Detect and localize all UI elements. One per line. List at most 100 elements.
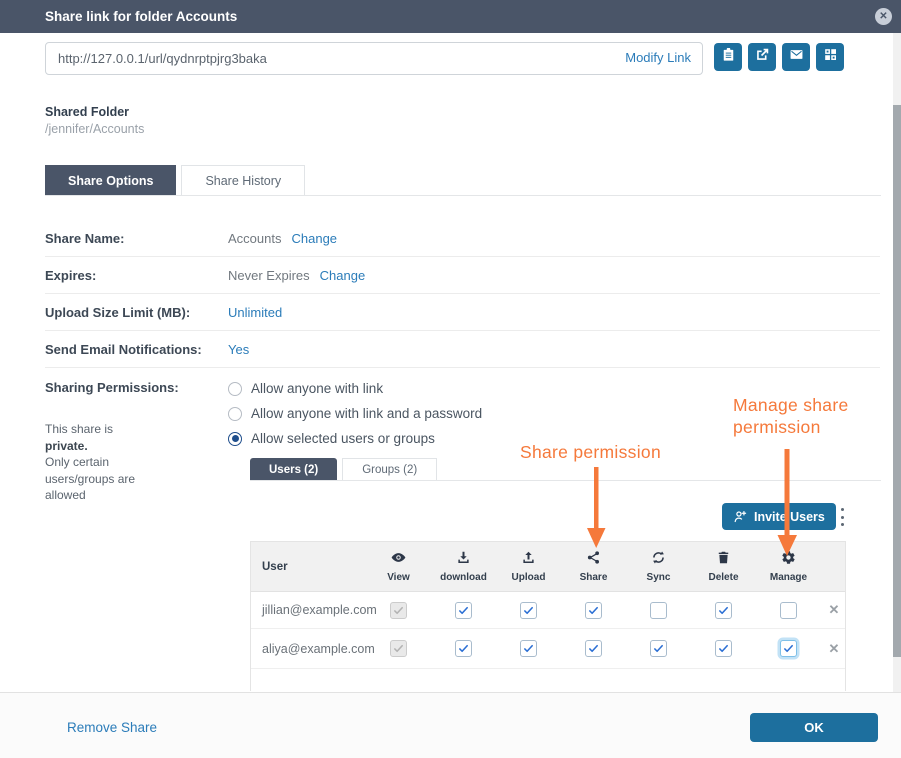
share-icon — [586, 550, 601, 570]
radio-allow-selected-users-or-groups[interactable]: Allow selected users or groups — [228, 426, 482, 451]
checkbox-manage[interactable] — [780, 602, 797, 619]
radio-button-icon[interactable] — [228, 432, 242, 446]
checkbox-share[interactable] — [585, 640, 602, 657]
remove-share-link[interactable]: Remove Share — [67, 720, 157, 735]
subtab-groups-2[interactable]: Groups (2) — [342, 458, 437, 481]
checkbox-upload[interactable] — [520, 602, 537, 619]
checkbox-sync[interactable] — [650, 602, 667, 619]
radio-allow-anyone-with-link-and-a-password[interactable]: Allow anyone with link and a password — [228, 401, 482, 426]
sharing-permissions-label: Sharing Permissions: — [45, 380, 179, 395]
note-line: private. — [45, 438, 205, 455]
option-row: Share Name:Accounts Change — [45, 220, 880, 257]
radio-button-icon[interactable] — [228, 382, 242, 396]
column-label: Manage — [770, 572, 807, 583]
option-row: Send Email Notifications:Yes — [45, 331, 880, 368]
grid-button[interactable] — [816, 43, 844, 71]
column-label: Upload — [512, 572, 546, 583]
invite-users-button[interactable]: Invite Users — [722, 503, 836, 530]
option-action-link[interactable]: Unlimited — [228, 305, 282, 320]
option-label: Upload Size Limit (MB): — [45, 305, 228, 320]
dialog-header: Share link for folder Accounts ✕ — [0, 0, 901, 33]
close-icon[interactable]: ✕ — [875, 8, 892, 25]
person-plus-icon — [733, 509, 748, 524]
shared-folder-path: /jennifer/Accounts — [45, 122, 144, 136]
envelope-button[interactable] — [782, 43, 810, 71]
option-action-link[interactable]: Change — [320, 268, 366, 283]
option-value: Never Expires — [228, 268, 310, 283]
checkbox-download[interactable] — [455, 640, 472, 657]
clipboard-button[interactable] — [714, 43, 742, 71]
shared-folder-label: Shared Folder — [45, 105, 129, 119]
external-link-button[interactable] — [748, 43, 776, 71]
sync-icon — [651, 550, 666, 570]
scrollbar-thumb[interactable] — [893, 105, 901, 657]
column-header-download: download — [431, 542, 496, 591]
modify-link[interactable]: Modify Link — [619, 50, 691, 65]
remove-user-icon[interactable]: ✕ — [821, 602, 847, 618]
tab-share-options[interactable]: Share Options — [45, 165, 176, 196]
option-action-link[interactable]: Yes — [228, 342, 249, 357]
remove-user-icon[interactable]: ✕ — [821, 641, 847, 657]
radio-label: Allow anyone with link and a password — [251, 406, 482, 421]
subtab-users-2[interactable]: Users (2) — [250, 458, 337, 481]
share-permission-annotation: Share permission — [520, 441, 661, 463]
checkbox-sync[interactable] — [650, 640, 667, 657]
invite-users-label: Invite Users — [754, 510, 825, 524]
checkbox-upload[interactable] — [520, 640, 537, 657]
upload-icon — [521, 550, 536, 570]
column-label: Share — [580, 572, 608, 583]
user-email: aliya@example.com — [251, 642, 366, 656]
checkbox-delete[interactable] — [715, 602, 732, 619]
trash-icon — [716, 550, 731, 570]
checkbox-delete[interactable] — [715, 640, 732, 657]
share-url-input[interactable] — [45, 42, 703, 75]
user-email: jillian@example.com — [251, 603, 366, 617]
share-privacy-note: This share isprivate.Only certainusers/g… — [45, 421, 205, 504]
external-link-icon — [755, 47, 770, 67]
download-icon — [456, 550, 471, 570]
manage-permission-annotation: Manage share permission — [733, 394, 848, 438]
share-url-wrap: Modify Link — [45, 42, 703, 75]
users-groups-tabs: Users (2)Groups (2) — [250, 458, 437, 481]
clipboard-icon — [721, 47, 736, 67]
checkbox-view — [390, 640, 407, 657]
option-value: Accounts — [228, 231, 281, 246]
grid-icon — [823, 47, 838, 67]
option-label: Share Name: — [45, 231, 228, 246]
option-action-link[interactable]: Change — [291, 231, 337, 246]
tab-share-history[interactable]: Share History — [181, 165, 305, 196]
column-label: View — [387, 572, 410, 583]
ok-button[interactable]: OK — [750, 713, 878, 742]
table-header-row: User View download Upload Share Sync Delete Man… — [251, 542, 845, 592]
note-line: This share is — [45, 421, 205, 438]
option-row: Expires:Never Expires Change — [45, 257, 880, 294]
note-line: allowed — [45, 487, 205, 504]
subtab-divider — [250, 480, 881, 481]
column-header-upload: Upload — [496, 542, 561, 591]
envelope-icon — [789, 47, 804, 67]
checkbox-share[interactable] — [585, 602, 602, 619]
column-label: Sync — [647, 572, 671, 583]
tab-divider — [45, 195, 881, 196]
option-label: Expires: — [45, 268, 228, 283]
permission-radio-group: Allow anyone with link Allow anyone with … — [228, 376, 482, 451]
radio-allow-anyone-with-link[interactable]: Allow anyone with link — [228, 376, 482, 401]
note-line: Only certain — [45, 454, 205, 471]
radio-button-icon[interactable] — [228, 407, 242, 421]
share-link-dialog: Share link for folder Accounts ✕ Modify … — [0, 0, 901, 758]
checkbox-manage[interactable] — [780, 640, 797, 657]
option-label: Send Email Notifications: — [45, 342, 228, 357]
more-options-icon[interactable] — [836, 508, 848, 526]
checkbox-download[interactable] — [455, 602, 472, 619]
checkbox-view — [390, 602, 407, 619]
column-label: Delete — [708, 572, 738, 583]
column-header-view: View — [366, 542, 431, 591]
dialog-footer: Remove Share OK — [0, 692, 901, 758]
permissions-table: User View download Upload Share Sync Delete Man… — [250, 541, 846, 691]
dialog-title: Share link for folder Accounts — [45, 9, 237, 24]
table-row: jillian@example.com ✕ — [251, 592, 845, 629]
column-header-share: Share — [561, 542, 626, 591]
column-header-user: User — [251, 542, 366, 591]
option-row: Upload Size Limit (MB):Unlimited — [45, 294, 880, 331]
note-line: users/groups are — [45, 471, 205, 488]
